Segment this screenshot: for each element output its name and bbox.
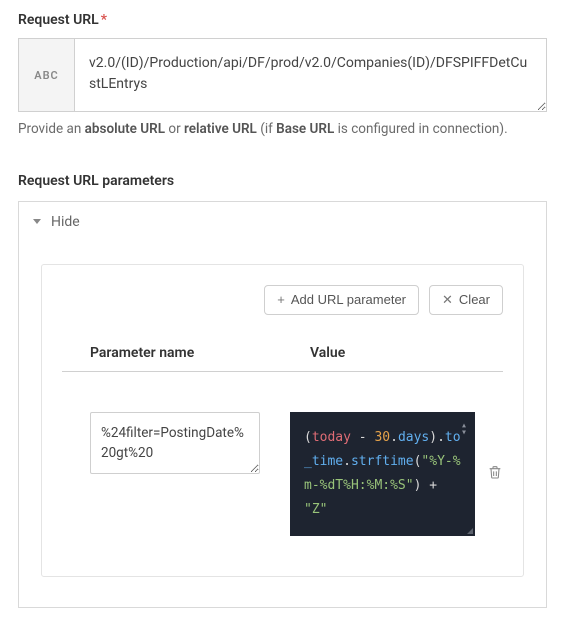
helper-text-span: or (165, 121, 184, 137)
url-type-badge: ABC (19, 39, 75, 111)
parameter-value-wrap: ▴▾ (today - 30.days).to_time.strftime("%… (290, 412, 503, 536)
request-url-input-row: ABC (18, 38, 547, 112)
helper-text-bold: relative URL (184, 121, 257, 137)
clear-button[interactable]: ✕ Clear (429, 285, 503, 315)
code-token: - (351, 430, 374, 445)
url-params-card: + Add URL parameter ✕ Clear Parameter na… (41, 264, 524, 577)
code-token: . (343, 454, 351, 469)
params-table-header: Parameter name Value (62, 345, 503, 372)
helper-text-bold: Base URL (276, 121, 334, 137)
parameter-name-input[interactable] (90, 412, 260, 475)
clear-button-label: Clear (459, 292, 490, 307)
request-url-label-text: Request URL (18, 12, 99, 28)
add-url-parameter-label: Add URL parameter (291, 292, 406, 307)
code-token: ( (304, 430, 312, 445)
code-token: 30 (374, 430, 390, 445)
code-token: "Z" (304, 502, 327, 517)
plus-icon: + (277, 292, 285, 307)
resize-handle-icon[interactable] (467, 528, 473, 534)
code-token: days (398, 430, 429, 445)
helper-text-span: is configured in connection). (334, 121, 507, 137)
code-token: strftime (351, 454, 414, 469)
code-token: ) (429, 430, 437, 445)
code-token: + (421, 478, 437, 493)
column-value: Value (310, 345, 475, 361)
code-token: . (390, 430, 398, 445)
request-url-helper: Provide an absolute URL or relative URL … (18, 120, 547, 139)
delete-row-button[interactable] (487, 464, 503, 484)
close-icon: ✕ (442, 292, 453, 308)
code-token: today (312, 430, 351, 445)
collapse-toggle[interactable]: Hide (19, 202, 546, 242)
column-parameter-name: Parameter name (90, 345, 290, 361)
chevron-down-icon (33, 219, 41, 224)
helper-text-span: Provide an (18, 121, 85, 137)
trash-icon (487, 464, 503, 480)
drag-handle-icon[interactable]: ▴▾ (461, 422, 467, 436)
helper-text-span: (if (257, 121, 276, 137)
url-params-body: + Add URL parameter ✕ Clear Parameter na… (19, 242, 546, 607)
add-url-parameter-button[interactable]: + Add URL parameter (264, 285, 419, 315)
request-url-input[interactable] (75, 39, 546, 111)
collapse-toggle-label: Hide (51, 214, 80, 230)
url-params-section-title: Request URL parameters (18, 173, 547, 189)
code-token: . (437, 430, 445, 445)
request-url-label: Request URL* (18, 12, 547, 28)
url-params-panel: Hide + Add URL parameter ✕ Clear Paramet… (18, 201, 547, 608)
required-asterisk: * (101, 12, 107, 28)
helper-text-bold: absolute URL (85, 121, 165, 137)
table-row: ▴▾ (today - 30.days).to_time.strftime("%… (62, 372, 503, 536)
url-params-toolbar: + Add URL parameter ✕ Clear (62, 285, 503, 315)
parameter-value-code[interactable]: ▴▾ (today - 30.days).to_time.strftime("%… (290, 412, 475, 536)
